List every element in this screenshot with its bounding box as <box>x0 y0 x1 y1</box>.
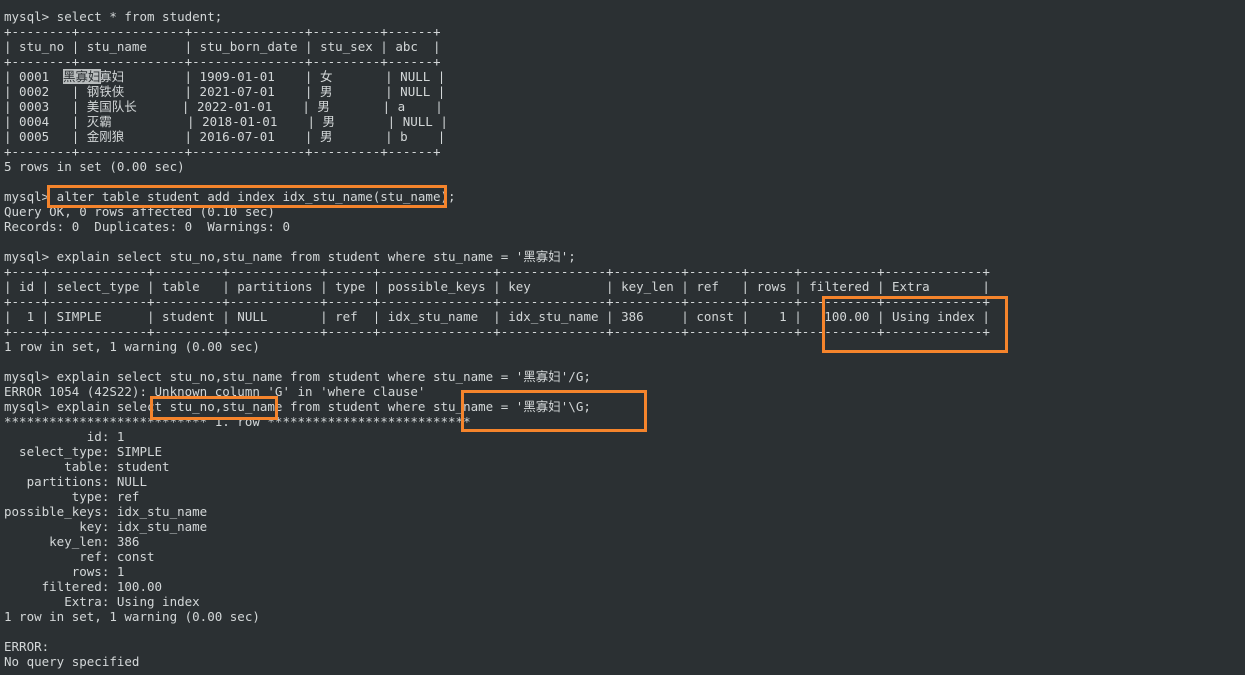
console-output-text: mysql> select * from student; +--------+… <box>4 9 990 669</box>
terminal-window[interactable]: mysql> select * from student; +--------+… <box>0 0 1245 675</box>
selected-text-highlight[interactable]: 黑寡妇 <box>63 69 101 84</box>
